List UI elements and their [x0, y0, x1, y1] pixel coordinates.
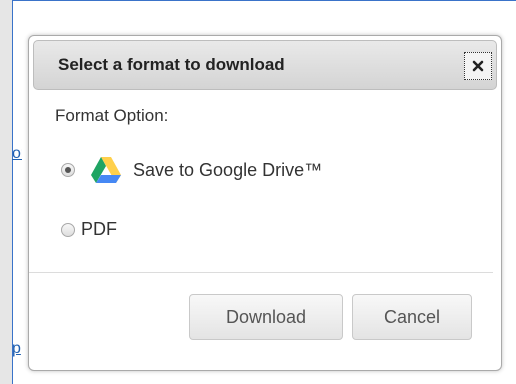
google-drive-option-label: Save to Google Drive™	[133, 159, 323, 180]
dialog-title: Select a format to download	[58, 55, 285, 74]
format-option-label: Format Option:	[55, 106, 169, 125]
option-google-drive[interactable]: Save to Google Drive™	[61, 156, 322, 184]
google-drive-radio[interactable]	[61, 163, 75, 177]
dialog-divider	[29, 272, 493, 273]
background-link[interactable]: p	[12, 340, 22, 362]
pdf-option-label: PDF	[81, 219, 117, 239]
option-pdf[interactable]: PDF	[61, 219, 117, 240]
download-format-dialog: Select a format to download Format Optio…	[28, 35, 502, 371]
background-link[interactable]: or	[12, 145, 22, 167]
close-button[interactable]	[464, 52, 492, 80]
cancel-button[interactable]: Cancel	[352, 294, 472, 340]
google-drive-icon	[91, 157, 121, 183]
pdf-radio[interactable]	[61, 222, 75, 237]
close-x-icon	[472, 60, 484, 72]
dialog-content: Format Option: Save to Google Drive™ PDF	[33, 90, 497, 270]
download-button[interactable]: Download	[189, 294, 343, 340]
dialog-titlebar[interactable]: Select a format to download	[33, 40, 497, 90]
